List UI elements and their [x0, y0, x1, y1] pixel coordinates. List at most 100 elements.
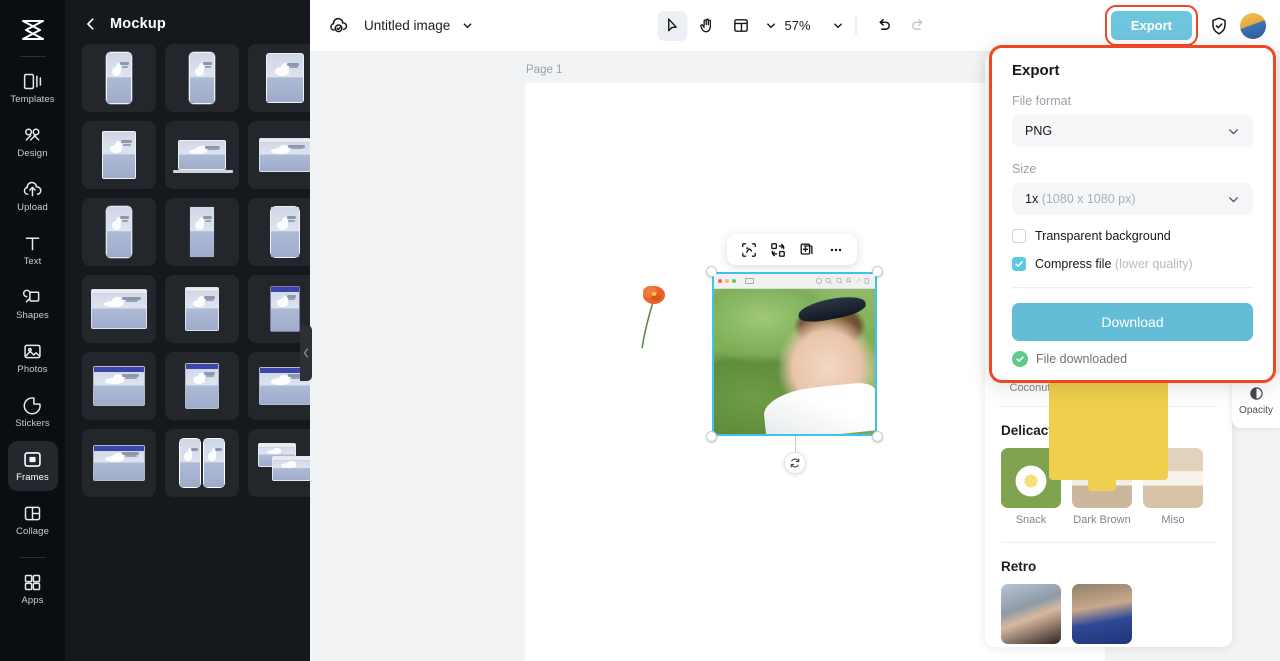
- rail-divider: [19, 56, 46, 57]
- size-select[interactable]: 1x (1080 x 1080 px): [1012, 183, 1253, 215]
- sidebar-item-templates[interactable]: Templates: [8, 63, 58, 113]
- sidebar-item-shapes[interactable]: Shapes: [8, 279, 58, 329]
- mockup-item[interactable]: [165, 429, 239, 497]
- shield-check-icon[interactable]: [1209, 16, 1229, 36]
- document-title[interactable]: Untitled image: [364, 18, 450, 33]
- divider: [1012, 287, 1253, 288]
- selected-object[interactable]: [706, 266, 883, 474]
- filter-row: Snack Dark Brown Miso: [1001, 218, 1216, 526]
- undo-icon: [878, 18, 890, 30]
- mockup-item[interactable]: [248, 44, 310, 112]
- replace-button[interactable]: [765, 237, 790, 262]
- transparent-background-row[interactable]: Transparent background: [1012, 229, 1253, 243]
- chevron-left-icon[interactable]: [84, 17, 98, 31]
- zoom-control[interactable]: 57%: [784, 18, 843, 33]
- poppy-flower-sticker[interactable]: [632, 280, 672, 350]
- file-format-value: PNG: [1025, 124, 1053, 138]
- rotate-handle[interactable]: [783, 452, 806, 474]
- sidebar-item-label: Templates: [10, 94, 55, 106]
- duplicate-button[interactable]: [794, 237, 819, 262]
- chevron-down-icon[interactable]: [462, 20, 473, 31]
- traffic-light-yellow: [725, 279, 729, 283]
- zoom-value: 57%: [784, 18, 811, 33]
- chevron-down-icon: [1229, 196, 1238, 202]
- mockup-item[interactable]: [82, 44, 156, 112]
- download-button[interactable]: Download: [1012, 303, 1253, 341]
- layout-tool-button[interactable]: [725, 11, 755, 41]
- resize-handle-bottom-left[interactable]: [706, 431, 717, 442]
- sidebar-item-frames[interactable]: Frames: [7, 441, 58, 491]
- filter-thumb-retro-1[interactable]: [1001, 584, 1061, 644]
- compress-file-row[interactable]: Compress file (lower quality): [1012, 257, 1253, 271]
- panel-collapse-handle[interactable]: [300, 325, 312, 381]
- capcut-logo[interactable]: [13, 12, 53, 48]
- mockup-item[interactable]: [165, 198, 239, 266]
- export-button[interactable]: Export: [1110, 11, 1192, 40]
- mockup-item[interactable]: [82, 429, 156, 497]
- portrait-photo-mockup[interactable]: [712, 272, 877, 436]
- toolbar-right-actions: Export: [1104, 5, 1266, 46]
- rotate-connector: [794, 436, 796, 452]
- mockup-item[interactable]: [82, 352, 156, 420]
- object-float-toolbar: [727, 234, 857, 265]
- browser-toolbar-icons: [816, 277, 869, 285]
- section-title-retro: Retro: [1001, 559, 1037, 574]
- mockup-item[interactable]: [165, 275, 239, 343]
- mockup-item[interactable]: [165, 44, 239, 112]
- sidebar-item-label: Apps: [21, 595, 44, 607]
- sidebar-item-stickers[interactable]: Stickers: [8, 387, 58, 437]
- swap-icon: [770, 242, 785, 257]
- toolbar-center-tools: 57%: [657, 10, 933, 41]
- sidebar-item-label: Frames: [16, 472, 49, 484]
- more-options-button[interactable]: [823, 237, 848, 262]
- export-panel: Export File format PNG Size 1x (1080 x 1…: [989, 45, 1276, 383]
- sidebar-item-design[interactable]: Design: [8, 117, 58, 167]
- chevron-down-icon[interactable]: [765, 20, 776, 31]
- mockup-item[interactable]: [248, 429, 310, 497]
- mockup-item[interactable]: [82, 275, 156, 343]
- file-format-select[interactable]: PNG: [1012, 115, 1253, 147]
- sidebar-item-collage[interactable]: Collage: [8, 495, 58, 545]
- page-label: Page 1: [526, 64, 563, 76]
- select-tool-button[interactable]: [657, 10, 688, 41]
- rail-divider-2: [19, 557, 46, 558]
- redo-button[interactable]: [903, 11, 933, 41]
- compress-file-hint: (lower quality): [1114, 257, 1193, 271]
- sidebar-item-label: Shapes: [16, 310, 49, 322]
- cutout-button[interactable]: [736, 237, 761, 262]
- browser-chrome-bar: [714, 274, 875, 289]
- size-label: Size: [1012, 162, 1037, 176]
- cutout-icon: [741, 242, 756, 257]
- mockup-item[interactable]: [248, 198, 310, 266]
- sidebar-item-apps[interactable]: Apps: [8, 564, 58, 614]
- check-icon: [1015, 261, 1023, 267]
- opacity-label: Opacity: [1239, 405, 1273, 416]
- sidebar-item-label: Text: [23, 256, 42, 268]
- sidebar-item-photos[interactable]: Photos: [8, 333, 58, 383]
- sidebar-item-upload[interactable]: Upload: [8, 171, 58, 221]
- undo-button[interactable]: [869, 11, 899, 41]
- left-nav-rail: Templates Design Upload Text Shapes Phot…: [0, 0, 65, 661]
- transparent-background-checkbox[interactable]: [1012, 229, 1026, 243]
- sidebar-item-text[interactable]: Text: [8, 225, 58, 275]
- mockup-item[interactable]: [165, 121, 239, 189]
- avatar[interactable]: [1240, 12, 1266, 39]
- compress-file-checkbox[interactable]: [1012, 257, 1026, 271]
- cloud-saved-icon[interactable]: [328, 15, 350, 37]
- filter-thumb-miso[interactable]: [1049, 218, 1203, 508]
- redo-icon: [911, 18, 923, 30]
- mockup-item[interactable]: [82, 198, 156, 266]
- download-status: File downloaded: [1012, 351, 1253, 367]
- ellipsis-icon: [830, 248, 841, 251]
- filter-label: Miso: [1161, 514, 1185, 526]
- filter-thumb-retro-2[interactable]: [1072, 584, 1132, 644]
- mockup-item[interactable]: [165, 352, 239, 420]
- mockup-item[interactable]: [248, 121, 310, 189]
- sidebar-toggle-icon: [745, 278, 754, 284]
- chevron-down-icon[interactable]: [833, 20, 844, 31]
- mockup-item[interactable]: [82, 121, 156, 189]
- transparent-background-label: Transparent background: [1035, 229, 1171, 243]
- sidebar-item-label: Photos: [17, 364, 48, 376]
- hand-tool-button[interactable]: [691, 11, 721, 41]
- resize-handle-bottom-right[interactable]: [872, 431, 883, 442]
